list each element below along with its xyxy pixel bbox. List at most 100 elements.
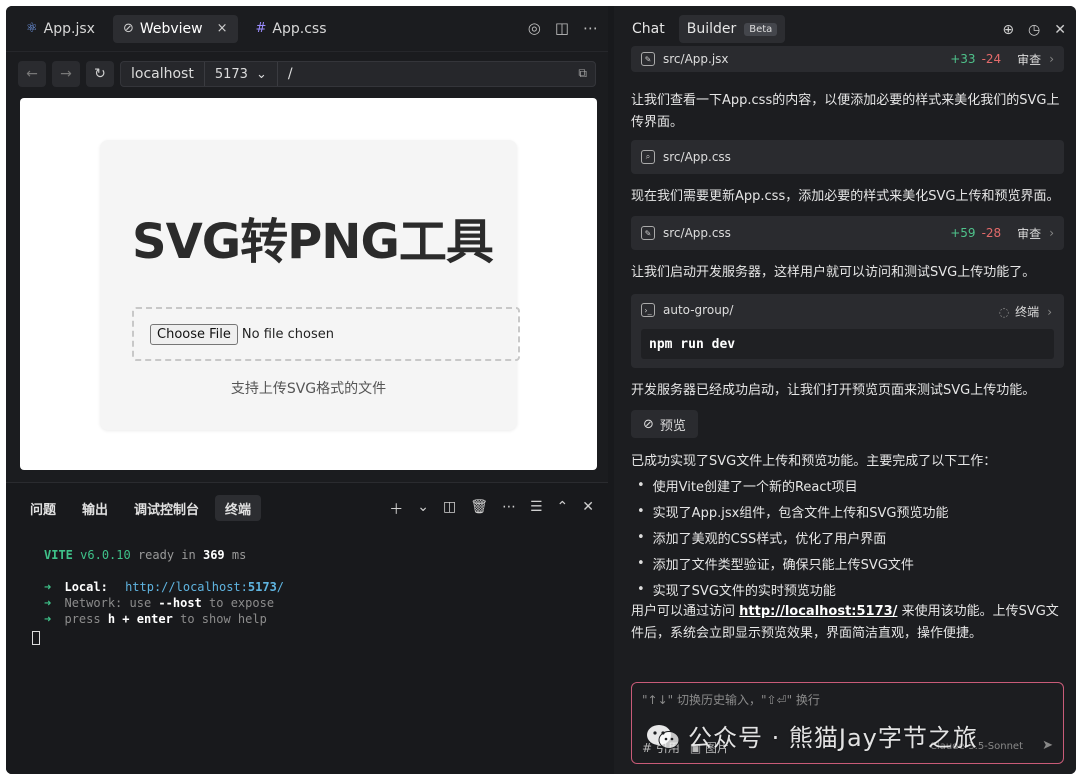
arrow-icon: ➜	[44, 612, 52, 626]
terminal-label: 终端	[1015, 305, 1040, 319]
address-bar: ← → ↻ localhost 5173 ⌄ / ⧉	[6, 52, 608, 96]
chevron-up-icon[interactable]: ⌃	[557, 499, 569, 519]
terminal-line: ➜ press h + enter to show help	[44, 611, 284, 627]
panel-tabs: 问题 输出 调试控制台 终端	[20, 495, 262, 521]
removed-lines: -28	[981, 226, 1002, 240]
tab-builder[interactable]: Builder Beta	[678, 15, 786, 43]
added-lines: +59	[950, 226, 976, 240]
close-icon[interactable]: ✕	[582, 499, 594, 519]
split-icon[interactable]: ◫	[443, 499, 456, 519]
file-name: src/App.css	[663, 150, 731, 164]
more-icon[interactable]: ⋯	[502, 499, 516, 519]
more-icon[interactable]: ⋯	[583, 19, 598, 37]
editor-area: ⚛ App.jsx ⊘ Webview × # App.css ◎ ◫ ⋯ ← …	[6, 6, 608, 774]
chat-message: 开发服务器已经成功启动，让我们打开预览页面来测试SVG上传功能。	[631, 383, 1036, 398]
wechat-logo-icon	[647, 725, 680, 749]
chat-message: 让我们查看一下App.css的内容，以便添加必要的样式来美化我们的SVG上传界面…	[631, 93, 1060, 130]
preview-label: 预览	[659, 418, 686, 434]
reload-icon: ↻	[94, 66, 106, 82]
back-button[interactable]: ←	[18, 61, 46, 87]
app-window: ⚛ App.jsx ⊘ Webview × # App.css ◎ ◫ ⋯ ← …	[6, 6, 1076, 774]
beta-badge: Beta	[744, 22, 778, 36]
arrow-icon: ➜	[44, 596, 52, 610]
network-rest: to expose	[209, 596, 275, 610]
arrow-left-icon: ←	[26, 66, 38, 82]
list-item: 添加了美观的CSS样式，优化了用户界面	[631, 524, 1064, 550]
list-item: 添加了文件类型验证，确保只能上传SVG文件	[631, 550, 1064, 576]
file-drop-zone[interactable]: Choose File No file chosen	[132, 307, 520, 361]
reload-button[interactable]: ↻	[86, 61, 114, 87]
tab-output[interactable]: 输出	[72, 495, 118, 521]
file-change-app-jsx[interactable]: ✎ src/App.jsx +33 -24 审查 ›	[631, 46, 1064, 72]
compass-icon[interactable]: ◎	[528, 19, 541, 37]
terminal-line: VITE v6.0.10 ready in 369 ms	[44, 547, 284, 563]
chevron-down-icon: ⌄	[255, 66, 267, 82]
localhost-link[interactable]: http://localhost:5173/	[739, 604, 897, 619]
choose-file-button[interactable]: Choose File	[150, 323, 238, 345]
terminal-output[interactable]: VITE v6.0.10 ready in 369 ms ➜ Local: ht…	[32, 547, 284, 649]
url-field[interactable]: localhost 5173 ⌄ / ⧉	[120, 61, 596, 87]
ready-text: ready in	[137, 548, 196, 562]
terminal-line: ➜ Local: http://localhost:5173/	[44, 579, 284, 595]
diff-stats: +33 -24 审查 ›	[950, 51, 1054, 68]
list-item: 使用Vite创建了一个新的React项目	[631, 472, 1064, 498]
upload-card: SVG转PNG工具 Choose File No file chosen 支持上…	[100, 140, 520, 430]
review-button[interactable]: 审查	[1017, 225, 1041, 242]
page-title: SVG转PNG工具	[132, 214, 494, 270]
tab-debug-console[interactable]: 调试控制台	[124, 495, 209, 521]
link-icon: ⊘	[643, 416, 654, 432]
watermark: 公众号 · 熊猫Jay字节之旅	[646, 718, 978, 753]
trash-icon[interactable]: 🗑	[470, 499, 488, 519]
tab-app-css[interactable]: # App.css	[246, 15, 337, 43]
network-use: use	[129, 596, 152, 610]
chevron-right-icon: ›	[1047, 304, 1052, 319]
summary-list: 使用Vite创建了一个新的React项目 实现了App.jsx组件，包含文件上传…	[631, 472, 1064, 602]
hash-icon: #	[255, 21, 267, 36]
url-path: /	[287, 66, 293, 82]
arrow-icon: ➜	[44, 580, 52, 594]
file-read-app-css[interactable]: ⌕ src/App.css	[631, 140, 1064, 174]
input-placeholder: "↑↓" 切换历史输入，"⇧⏎" 换行	[642, 693, 820, 707]
file-status: No file chosen	[241, 326, 334, 342]
search-icon: ⌕	[641, 150, 655, 164]
review-button[interactable]: 审查	[1017, 51, 1041, 68]
history-icon[interactable]: ◷	[1028, 22, 1040, 38]
local-url[interactable]: http://localhost:5173/	[125, 580, 284, 594]
diff-stats: +59 -28 审查 ›	[950, 225, 1054, 242]
added-lines: +33	[950, 52, 976, 66]
tab-app-jsx[interactable]: ⚛ App.jsx	[16, 15, 105, 43]
removed-lines: -24	[981, 52, 1002, 66]
bottom-panel: 问题 输出 调试控制台 终端 ＋ ⌄ ◫ 🗑 ⋯ ☰ ⌃ ✕ VITE v6.0…	[6, 482, 608, 774]
new-chat-icon[interactable]: ⊕	[1002, 22, 1014, 38]
editor-actions: ◎ ◫ ⋯	[528, 19, 598, 37]
forward-button[interactable]: →	[52, 61, 80, 87]
close-icon[interactable]: ×	[217, 21, 228, 36]
chevron-down-icon[interactable]: ⌄	[417, 499, 429, 519]
url-host: localhost	[121, 62, 205, 86]
tab-label: App.jsx	[43, 20, 95, 37]
copy-icon[interactable]: ⧉	[578, 66, 587, 81]
send-icon[interactable]: ➤	[1042, 738, 1053, 753]
add-icon[interactable]: ＋	[389, 499, 403, 519]
ai-sidebar: Chat Builder Beta ⊕ ◷ ✕ ✎ src/App.jsx +3…	[614, 6, 1076, 774]
terminal-command-card[interactable]: ›_ auto-group/ ◌ 终端 › npm run dev	[631, 294, 1064, 368]
local-url-suffix: /	[276, 580, 285, 594]
spinner-icon: ◌	[998, 304, 1010, 319]
split-icon[interactable]: ◫	[555, 19, 569, 37]
upload-hint: 支持上传SVG格式的文件	[230, 381, 387, 397]
tab-terminal[interactable]: 终端	[215, 495, 262, 521]
file-change-app-css[interactable]: ✎ src/App.css +59 -28 审查 ›	[631, 216, 1064, 250]
port-select[interactable]: 5173 ⌄	[205, 62, 278, 86]
command-dir: auto-group/	[663, 303, 734, 317]
tab-chat[interactable]: Chat	[624, 15, 673, 43]
preview-button[interactable]: ⊘ 预览	[631, 410, 698, 438]
terminal-link[interactable]: ◌ 终端 ›	[999, 303, 1052, 320]
tab-problems[interactable]: 问题	[20, 495, 66, 521]
terminal-icon: ›_	[641, 303, 655, 317]
close-icon[interactable]: ✕	[1054, 22, 1066, 38]
sliders-icon[interactable]: ☰	[530, 499, 543, 519]
press-text: press	[64, 612, 101, 626]
chat-message: 已成功实现了SVG文件上传和预览功能。主要完成了以下工作：	[631, 454, 997, 469]
tab-webview[interactable]: ⊘ Webview ×	[112, 14, 238, 43]
chat-message: 现在我们需要更新App.css，添加必要的样式来美化SVG上传和预览界面。	[631, 189, 1060, 204]
